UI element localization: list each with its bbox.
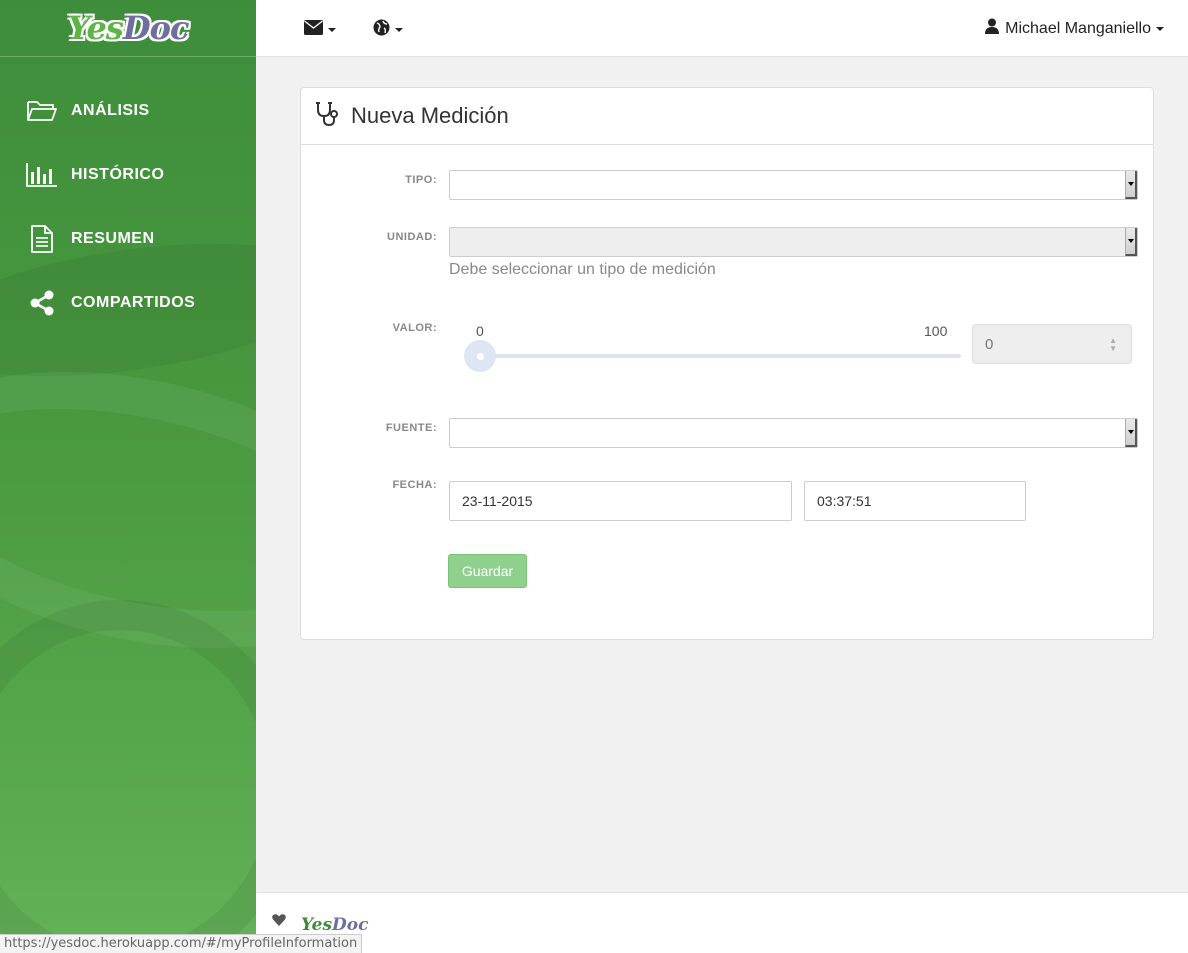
slider-max-label: 100 xyxy=(924,323,948,339)
sidebar-item-historico[interactable]: HISTÓRICO xyxy=(0,143,256,207)
sidebar-item-label: HISTÓRICO xyxy=(71,166,165,183)
new-measurement-panel: Nueva Medición TIPO: UNIDAD: Debe selecc… xyxy=(300,87,1154,640)
sidebar-item-label: COMPARTIDOS xyxy=(71,294,196,311)
status-bar-url: https://yesdoc.herokuapp.com/#/myProfile… xyxy=(0,934,363,953)
logo-bar: YesDoc xyxy=(0,0,256,57)
unidad-help-text: Debe seleccionar un tipo de medición xyxy=(449,261,716,278)
stethoscope-icon xyxy=(315,101,341,132)
logo-yes: Yes xyxy=(67,9,123,47)
footer: YesDoc xyxy=(256,892,1188,953)
fecha-label: FECHA: xyxy=(392,479,437,491)
valor-slider-track[interactable] xyxy=(465,354,961,358)
slider-min-label: 0 xyxy=(476,323,484,339)
footer-logo-doc: Doc xyxy=(332,915,369,935)
share-icon xyxy=(26,289,58,317)
messages-dropdown[interactable] xyxy=(304,20,336,40)
sidebar-item-resumen[interactable]: RESUMEN xyxy=(0,207,256,271)
logo-doc: Doc xyxy=(122,9,190,47)
fuente-label: FUENTE: xyxy=(385,422,437,434)
top-navbar: Michael Manganiello xyxy=(256,0,1188,57)
folder-open-icon xyxy=(26,97,58,125)
globe-icon xyxy=(373,19,390,41)
select-arrow-icon[interactable] xyxy=(1125,171,1137,199)
user-menu-dropdown[interactable]: Michael Manganiello xyxy=(985,18,1164,39)
sidebar: YesDoc ANÁLISIS HISTÓRICO RESUMEN COMPAR… xyxy=(0,0,256,953)
spinner-arrows-icon[interactable]: ▲ ▼ xyxy=(1109,337,1117,353)
sidebar-item-label: RESUMEN xyxy=(71,230,155,247)
sidebar-background-decoration xyxy=(0,600,256,953)
fecha-date-value: 23-11-2015 xyxy=(462,493,533,509)
chevron-down-icon xyxy=(395,28,403,32)
select-arrow-icon[interactable] xyxy=(1125,419,1137,447)
valor-label: VALOR: xyxy=(392,322,437,334)
save-button[interactable]: Guardar xyxy=(448,554,527,588)
valor-value: 0 xyxy=(985,335,994,353)
sidebar-item-label: ANÁLISIS xyxy=(71,102,150,119)
language-dropdown[interactable] xyxy=(373,19,403,41)
sidebar-item-compartidos[interactable]: COMPARTIDOS xyxy=(0,271,256,335)
user-icon xyxy=(985,18,1000,39)
unidad-label: UNIDAD: xyxy=(387,231,437,243)
chevron-down-icon xyxy=(328,28,336,32)
tipo-select[interactable] xyxy=(449,170,1138,200)
fecha-time-input[interactable]: 03:37:51 xyxy=(804,481,1026,521)
fuente-select[interactable] xyxy=(449,418,1138,448)
unidad-select[interactable] xyxy=(449,227,1138,257)
user-name: Michael Manganiello xyxy=(1005,19,1151,37)
valor-slider-handle[interactable] xyxy=(464,340,496,372)
heart-icon xyxy=(272,913,286,931)
valor-number-input[interactable]: 0 ▲ ▼ xyxy=(972,324,1132,364)
envelope-icon xyxy=(304,20,323,40)
footer-logo[interactable]: YesDoc xyxy=(301,915,368,935)
footer-logo-yes: Yes xyxy=(301,915,333,935)
page-title: Nueva Medición xyxy=(351,103,509,128)
yesdoc-logo[interactable]: YesDoc xyxy=(67,9,190,47)
tipo-label: TIPO: xyxy=(405,174,437,186)
sidebar-nav: ANÁLISIS HISTÓRICO RESUMEN COMPARTIDOS xyxy=(0,79,256,335)
chevron-down-icon xyxy=(1156,26,1164,31)
panel-header: Nueva Medición xyxy=(301,88,1153,145)
fecha-time-value: 03:37:51 xyxy=(817,493,872,509)
sidebar-item-analisis[interactable]: ANÁLISIS xyxy=(0,79,256,143)
fecha-date-input[interactable]: 23-11-2015 xyxy=(449,481,792,521)
select-arrow-icon[interactable] xyxy=(1125,228,1137,256)
document-icon xyxy=(26,225,58,253)
bar-chart-icon xyxy=(26,161,58,189)
